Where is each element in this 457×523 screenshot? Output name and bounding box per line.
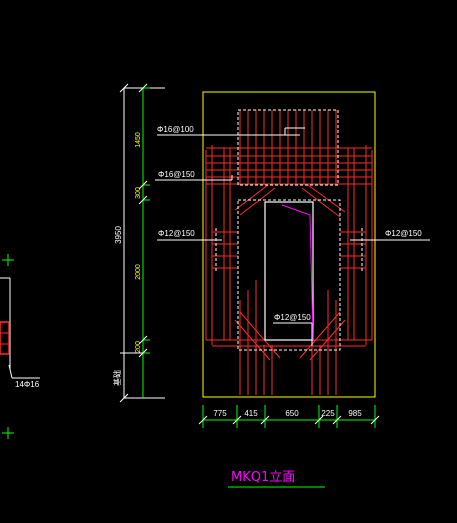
side-callout-label: 14Φ16 [15,380,40,389]
drawing-title: MKQ1立面 [231,470,295,485]
rebar-callout-label: Φ16@100 [157,125,194,134]
crosshair-icon [2,427,14,439]
dim-segment-label: 1450 [135,132,142,148]
rebar-callout-label: Φ16@150 [158,170,195,179]
dim-total-label: 3950 [114,226,123,244]
rebar-callout-label: Φ12@150 [274,313,311,322]
dim-horizontal-label: 415 [244,409,258,418]
dim-horizontal-label: 650 [285,409,299,418]
rebar-callout-label: Φ12@150 [385,229,422,238]
dim-horizontal-label: 985 [348,409,362,418]
dim-base-label: 基础 [112,370,122,386]
rebar-callout-label: Φ12@150 [158,229,195,238]
dim-horizontal-label: 775 [213,409,227,418]
dim-segment-label: 300 [135,187,142,199]
horizontal-dimension-chain: 775 415 650 225 985 [198,405,380,428]
rebar-grid [205,110,373,395]
rebar-callouts: Φ16@100 Φ16@150 Φ12@150 Φ12@150 Φ12@150 [155,125,430,346]
left-partial-detail: 14Φ16 [0,254,40,439]
dim-segment-label: 200 [135,341,142,353]
crosshair-icon [2,254,14,266]
dim-horizontal-label: 225 [321,409,335,418]
cad-drawing-canvas: 14Φ16 3950 1450 300 2000 200 基础 Φ16@100 … [0,83,430,488]
dim-segment-label: 2000 [135,264,142,280]
